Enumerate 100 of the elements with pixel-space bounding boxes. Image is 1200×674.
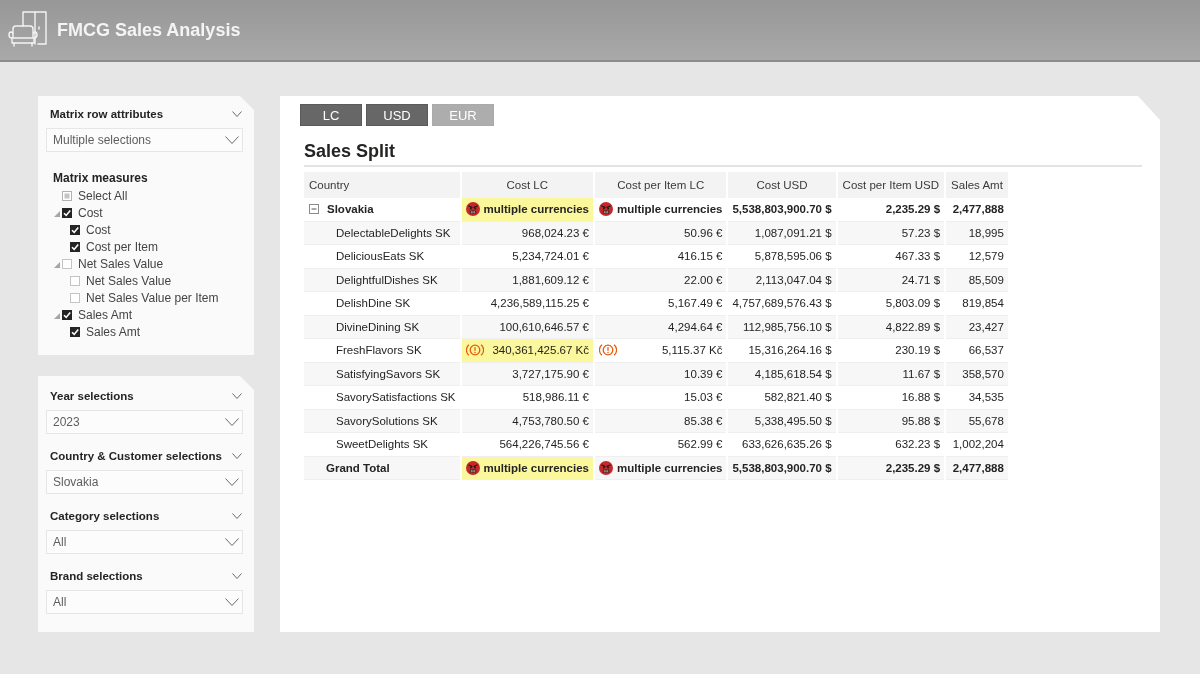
table-cell: 85.38 €	[595, 409, 727, 433]
column-header[interactable]: Sales Amt	[946, 172, 1008, 198]
checkbox[interactable]	[70, 326, 80, 337]
table-cell: 12,579	[946, 245, 1008, 269]
column-header[interactable]: Cost LC	[461, 172, 593, 198]
checkbox[interactable]	[62, 258, 72, 269]
chevron-down-icon[interactable]	[225, 136, 239, 144]
table-cell: 230.19 $	[837, 339, 945, 363]
currency-button[interactable]: LC	[300, 104, 362, 126]
table-cell: 23,427	[946, 315, 1008, 339]
table-cell: 518,986.11 €	[461, 386, 593, 410]
tree-item[interactable]: Select All	[54, 187, 128, 204]
table-cell: 5,803.09 $	[837, 292, 945, 316]
expanded-triangle-icon[interactable]	[54, 312, 60, 319]
table-cell: 4,757,689,576.43 $	[728, 292, 836, 316]
row-header: DelishDine SK	[335, 297, 411, 310]
collapse-icon[interactable]	[309, 204, 319, 215]
table-cell: 968,024.23 €	[461, 221, 593, 245]
chevron-down-icon[interactable]	[232, 513, 242, 519]
dropdown[interactable]: All	[46, 590, 243, 614]
table-cell: 2,235.29 $	[837, 456, 945, 480]
table-cell: 10.39 €	[595, 362, 727, 386]
chevron-down-icon[interactable]	[232, 573, 242, 579]
table-cell: 95.88 $	[837, 409, 945, 433]
tree-item[interactable]: Cost	[62, 221, 111, 238]
table-cell: 50.96 €	[595, 221, 727, 245]
table-cell: 5,234,724.01 €	[461, 245, 593, 269]
table-cell: 2,477,888	[946, 456, 1008, 480]
table-cell: 85,509	[946, 268, 1008, 292]
table-cell: 34,535	[946, 386, 1008, 410]
checkbox[interactable]	[70, 241, 80, 252]
table-cell: 100,610,646.57 €	[461, 315, 593, 339]
column-header[interactable]: Country	[304, 172, 460, 198]
row-header: SweetDelights SK	[335, 438, 429, 451]
slicer-title: Brand selections	[50, 570, 143, 582]
tree-item[interactable]: Net Sales Value per Item	[62, 289, 219, 306]
angry-face-icon	[465, 202, 480, 217]
cell-value: multiple currencies	[483, 461, 589, 474]
angry-face-icon	[599, 460, 613, 475]
chevron-down-icon[interactable]	[232, 393, 242, 399]
table-cell: 819,854	[946, 292, 1008, 316]
warning-icon	[465, 343, 484, 358]
tree-item[interactable]: Sales Amt	[54, 306, 133, 323]
row-header: SavorySolutions SK	[335, 414, 438, 427]
table-cell: 582,821.40 $	[728, 386, 836, 410]
chevron-down-icon[interactable]	[225, 538, 239, 546]
angry-face-icon	[465, 460, 480, 475]
row-header: FreshFlavors SK	[335, 344, 422, 357]
dropdown[interactable]: Multiple selections	[46, 128, 243, 152]
dropdown[interactable]: All	[46, 530, 243, 554]
app-title: FMCG Sales Analysis	[57, 19, 241, 41]
table-cell: 564,226,745.56 €	[461, 433, 593, 457]
table-cell: 4,185,618.54 $	[728, 362, 836, 386]
checkbox[interactable]	[62, 207, 72, 218]
chevron-down-icon[interactable]	[225, 598, 239, 606]
checkbox[interactable]	[70, 275, 80, 286]
tree-item[interactable]: Cost per Item	[62, 238, 159, 255]
tree-item[interactable]: Net Sales Value	[54, 255, 164, 272]
table-cell: 633,626,635.26 $	[728, 433, 836, 457]
chevron-down-icon[interactable]	[225, 478, 239, 486]
slicer-title: Year selections	[50, 390, 134, 402]
cell-value: 5,115.37 Kč	[661, 344, 723, 357]
table-cell: 4,822.89 $	[837, 315, 945, 339]
chevron-down-icon[interactable]	[232, 453, 242, 459]
table-cell: 4,236,589,115.25 €	[461, 292, 593, 316]
column-header[interactable]: Cost USD	[728, 172, 836, 198]
table-cell: 5,538,803,900.70 $	[728, 198, 836, 222]
checkbox[interactable]	[70, 224, 80, 235]
column-header[interactable]: Cost per Item USD	[837, 172, 945, 198]
dropdown[interactable]: 2023	[46, 410, 243, 434]
column-header[interactable]: Cost per Item LC	[595, 172, 727, 198]
chevron-down-icon[interactable]	[225, 418, 239, 426]
row-header: DeliciousEats SK	[335, 250, 425, 263]
checkbox[interactable]	[70, 292, 80, 303]
table-cell: 57.23 $	[837, 221, 945, 245]
table-cell: 2,235.29 $	[837, 198, 945, 222]
slicer-title: Country & Customer selections	[50, 450, 222, 462]
table-cell: 22.00 €	[595, 268, 727, 292]
table-cell: 1,087,091.21 $	[728, 221, 836, 245]
dropdown[interactable]: Slovakia	[46, 470, 243, 494]
currency-button[interactable]: USD	[366, 104, 428, 126]
row-header: Grand Total	[325, 461, 390, 474]
table-cell: 24.71 $	[837, 268, 945, 292]
table-cell: 15.03 €	[595, 386, 727, 410]
chevron-down-icon[interactable]	[232, 111, 242, 117]
expanded-triangle-icon[interactable]	[54, 210, 60, 217]
checkbox[interactable]	[62, 309, 72, 320]
table-cell: 1,881,609.12 €	[461, 268, 593, 292]
tree-item[interactable]: Sales Amt	[62, 323, 141, 340]
expanded-triangle-icon[interactable]	[54, 261, 60, 268]
table-cell: 18,995	[946, 221, 1008, 245]
checkbox[interactable]	[62, 190, 72, 201]
row-header: DelectableDelights SK	[335, 226, 451, 239]
tree-item[interactable]: Net Sales Value	[62, 272, 172, 289]
slicer-title: Matrix row attributes	[50, 108, 164, 120]
row-header: Slovakia	[327, 203, 374, 216]
row-header: DelightfulDishes SK	[335, 273, 438, 286]
table-cell: 4,753,780.50 €	[461, 409, 593, 433]
tree-item[interactable]: Cost	[54, 204, 103, 221]
table-cell: 55,678	[946, 409, 1008, 433]
